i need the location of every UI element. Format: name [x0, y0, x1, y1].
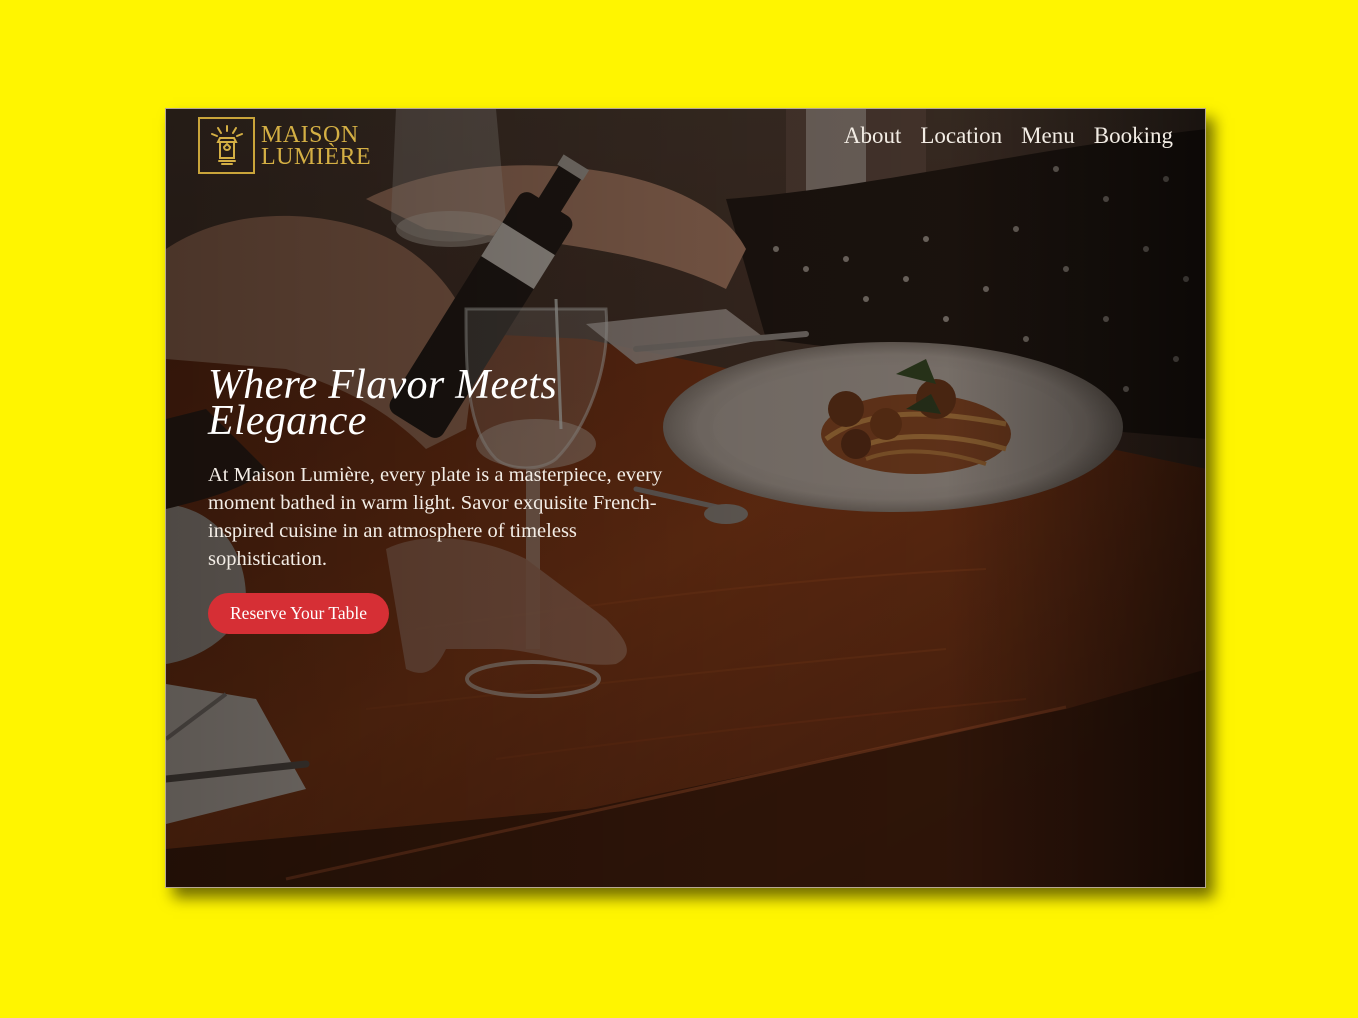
hero-section: Where Flavor Meets Elegance At Maison Lu… [208, 362, 688, 634]
hero-description: At Maison Lumière, every plate is a mast… [208, 464, 663, 570]
brand-name-line1: MAISON [261, 121, 359, 148]
brand-name: MAISON LUMIÈRE [261, 121, 372, 170]
brand-name-line2: LUMIÈRE [261, 143, 372, 170]
reserve-table-button[interactable]: Reserve Your Table [208, 593, 389, 634]
browser-viewport: MAISON LUMIÈRE About Location Menu Booki… [165, 108, 1206, 888]
lantern-icon [198, 117, 255, 174]
brand-logo[interactable]: MAISON LUMIÈRE [198, 117, 371, 174]
nav-link-booking[interactable]: Booking [1094, 123, 1173, 149]
hero-headline: Where Flavor Meets Elegance [208, 362, 558, 444]
nav-link-menu[interactable]: Menu [1021, 123, 1075, 149]
main-nav: About Location Menu Booking [844, 123, 1173, 149]
nav-link-about[interactable]: About [844, 123, 902, 149]
nav-link-location[interactable]: Location [920, 123, 1002, 149]
